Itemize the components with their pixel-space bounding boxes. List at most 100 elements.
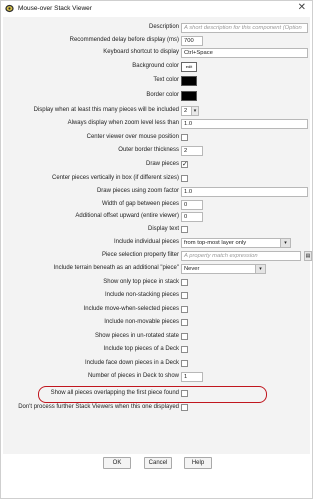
row-bg-color: Background color edit [3, 62, 310, 72]
text-color-swatch[interactable] [181, 76, 197, 86]
selection-filter-label: Piece selection property filter [101, 252, 179, 258]
text-color-label: Text color [153, 77, 179, 83]
description-field[interactable]: A short description for this component (… [181, 23, 308, 33]
row-shortcut: Keyboard shortcut to display Ctrl+Space [3, 48, 310, 58]
outer-border-label: Outer border thickness [118, 147, 179, 153]
row-non-movable: Include non-movable pieces [3, 318, 310, 328]
row-center-viewer: Center viewer over mouse position [3, 133, 310, 143]
shortcut-field[interactable]: Ctrl+Space [181, 48, 308, 58]
red-highlight-oval [38, 386, 267, 403]
gap-label: Width of gap between pieces [101, 201, 179, 207]
row-terrain: Include terrain beneath as an additional… [3, 264, 310, 274]
center-viewer-checkbox[interactable] [181, 134, 188, 141]
outer-border-field[interactable]: 2 [181, 146, 203, 156]
terrain-value: Never [184, 266, 200, 272]
border-color-label: Border color [146, 92, 179, 98]
shortcut-label: Keyboard shortcut to display [103, 49, 179, 55]
help-button[interactable]: Help [184, 457, 212, 469]
include-individual-value: from top-most layer only [184, 240, 247, 246]
row-min-pieces: Display when at least this many pieces w… [3, 106, 310, 116]
row-include-individual: Include individual pieces from top-most … [3, 238, 310, 248]
row-offset-up: Additional offset upward (entire viewer)… [3, 212, 310, 222]
chevron-down-icon[interactable]: ▾ [191, 106, 199, 116]
unrotated-checkbox[interactable] [181, 333, 188, 340]
min-pieces-value: 2 [184, 108, 188, 114]
row-display-text: Display text [3, 225, 310, 235]
zoom-factor-label: Draw pieces using zoom factor [96, 188, 179, 194]
chevron-down-icon: ▾ [280, 239, 290, 247]
top-deck-checkbox[interactable] [181, 346, 188, 353]
draw-pieces-checkbox[interactable] [181, 160, 188, 168]
face-down-deck-checkbox[interactable] [181, 360, 188, 367]
only-top-label: Show only top piece in stack [103, 279, 179, 285]
row-gap: Width of gap between pieces 0 [3, 200, 310, 210]
row-unrotated: Show pieces in un-rotated state [3, 332, 310, 342]
unrotated-label: Show pieces in un-rotated state [94, 333, 179, 339]
top-deck-label: Include top pieces of a Deck [103, 346, 179, 352]
row-face-down-deck: Include face down pieces in a Deck [3, 359, 310, 369]
gap-field[interactable]: 0 [181, 200, 203, 210]
row-border-color: Border color [3, 91, 310, 101]
row-center-vert: Center pieces vertically in box (if diff… [3, 174, 310, 184]
row-description: Description A short description for this… [3, 23, 310, 33]
border-color-swatch[interactable] [181, 91, 197, 101]
terrain-label: Include terrain beneath as an additional… [53, 265, 179, 271]
move-selected-checkbox[interactable] [181, 306, 188, 313]
row-move-selected: Include move-when-selected pieces [3, 305, 310, 315]
row-zoom-factor: Draw pieces using zoom factor 1.0 [3, 187, 310, 197]
selection-filter-field[interactable]: A property match expression [181, 251, 301, 261]
non-movable-label: Include non-movable pieces [104, 319, 179, 325]
row-deck-number: Number of pieces in Deck to show 1 [3, 372, 310, 382]
zoom-factor-field[interactable]: 1.0 [181, 187, 308, 197]
offset-up-label: Additional offset upward (entire viewer) [75, 213, 179, 219]
no-further-checkbox[interactable] [181, 404, 188, 411]
min-pieces-label: Display when at least this many pieces w… [33, 107, 179, 113]
row-selection-filter: Piece selection property filter A proper… [3, 251, 312, 261]
zoom-level-label: Always display when zoom level less than [67, 120, 179, 126]
center-vert-label: Center pieces vertically in box (if diff… [52, 175, 179, 181]
non-movable-checkbox[interactable] [181, 319, 188, 326]
expression-builder-icon[interactable]: ▤ [304, 251, 312, 261]
chevron-down-icon: ▾ [255, 265, 265, 273]
non-stacking-checkbox[interactable] [181, 292, 188, 299]
row-draw-pieces: Draw pieces [3, 160, 310, 170]
button-bar: OK Cancel Help [1, 454, 312, 498]
bg-color-label: Background color [132, 63, 179, 69]
row-text-color: Text color [3, 76, 310, 86]
display-text-checkbox[interactable] [181, 226, 188, 233]
zoom-level-field[interactable]: 1.0 [181, 119, 308, 129]
center-vert-checkbox[interactable] [181, 175, 188, 182]
include-individual-select[interactable]: from top-most layer only ▾ [181, 238, 291, 248]
offset-up-field[interactable]: 0 [181, 212, 203, 222]
deck-number-field[interactable]: 1 [181, 372, 203, 382]
include-individual-label: Include individual pieces [113, 239, 179, 245]
close-icon[interactable]: ✕ [298, 3, 306, 13]
move-selected-label: Include move-when-selected pieces [83, 306, 179, 312]
properties-panel: Description A short description for this… [3, 17, 312, 454]
row-zoom-level: Always display when zoom level less than… [3, 119, 310, 129]
non-stacking-label: Include non-stacking pieces [104, 292, 179, 298]
ok-button[interactable]: OK [103, 457, 131, 469]
dialog-window: Mouse-over Stack Viewer ✕ Description A … [0, 0, 313, 499]
only-top-checkbox[interactable] [181, 279, 188, 286]
no-further-label: Don't process further Stack Viewers when… [18, 404, 179, 410]
row-top-deck: Include top pieces of a Deck [3, 345, 310, 355]
row-delay: Recommended delay before display (ms) 70… [3, 36, 310, 46]
row-outer-border: Outer border thickness 2 [3, 146, 310, 156]
row-only-top: Show only top piece in stack [3, 278, 310, 288]
window-title: Mouse-over Stack Viewer [18, 5, 92, 12]
row-non-stacking: Include non-stacking pieces [3, 291, 310, 301]
title-bar: Mouse-over Stack Viewer ✕ [1, 1, 312, 17]
row-no-further: Don't process further Stack Viewers when… [3, 403, 310, 413]
delay-label: Recommended delay before display (ms) [69, 37, 179, 43]
cancel-button[interactable]: Cancel [144, 457, 172, 469]
terrain-select[interactable]: Never ▾ [181, 264, 266, 274]
app-icon [5, 4, 14, 13]
face-down-deck-label: Include face down pieces in a Deck [84, 360, 179, 366]
draw-pieces-label: Draw pieces [145, 161, 179, 167]
delay-field[interactable]: 700 [181, 36, 203, 46]
description-label: Description [148, 24, 179, 30]
bg-color-swatch[interactable]: edit [181, 62, 197, 72]
deck-number-label: Number of pieces in Deck to show [87, 373, 179, 379]
display-text-label: Display text [147, 226, 179, 232]
